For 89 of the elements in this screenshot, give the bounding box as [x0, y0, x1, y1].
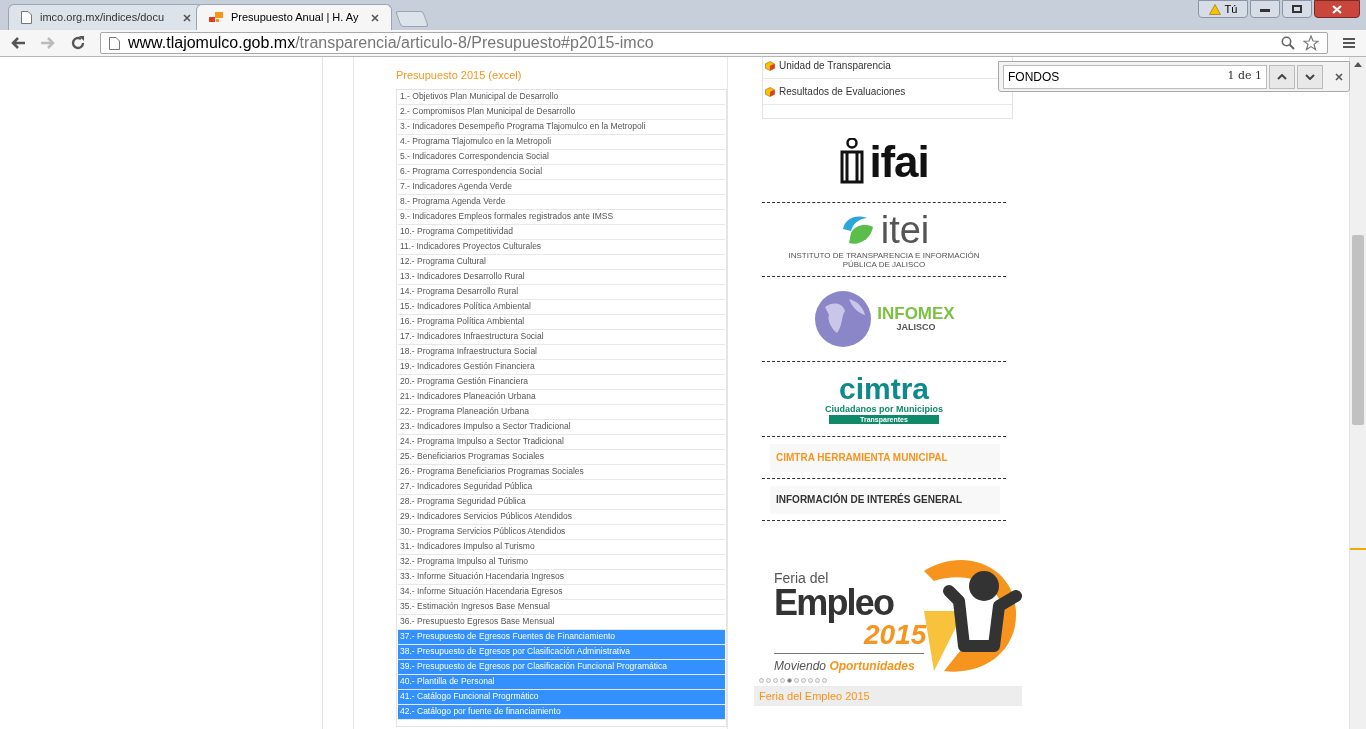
scroll-up-icon[interactable]	[1354, 62, 1362, 67]
close-icon	[1332, 4, 1342, 14]
document-link[interactable]: 11.- Indicadores Proyectos Culturales	[398, 239, 725, 255]
document-link[interactable]: 29.- Indicadores Servicios Públicos Atendidos	[398, 509, 725, 525]
reload-icon[interactable]	[70, 35, 86, 51]
document-link[interactable]: 16.- Programa Política Ambiental	[398, 314, 725, 330]
document-link[interactable]: 10.- Programa Competitividad	[398, 224, 725, 240]
minimize-button[interactable]	[1250, 0, 1280, 18]
url-text: www.tlajomulco.gob.mx/transparencia/articulo-8/Presupuesto#p2015-imco	[128, 33, 655, 53]
banner-tagline: Moviendo Oportunidades	[774, 658, 916, 675]
menu-link-button[interactable]: INFORMACIÓN DE INTERÉS GENERAL	[770, 485, 1000, 514]
menu-icon[interactable]	[1342, 37, 1356, 49]
logo[interactable]: itei INSTITUTO DE TRANSPARENCIA E INFORMACIÓN PÚBLICA DE JALISCO	[779, 210, 989, 269]
document-link[interactable]: 6.- Programa Correspondencia Social	[398, 164, 725, 180]
profile-button[interactable]: Tú	[1198, 0, 1248, 18]
star-icon[interactable]	[1303, 35, 1319, 51]
page-icon	[21, 11, 32, 24]
document-link[interactable]: 19.- Indicadores Gestión Financiera	[398, 359, 725, 375]
document-link[interactable]: 30.- Programa Servicios Públicos Atendidos	[398, 524, 725, 540]
maximize-button[interactable]	[1282, 0, 1312, 18]
document-link[interactable]: 2.- Compromisos Plan Municipal de Desarrollo	[398, 104, 725, 120]
document-link[interactable]: 32.- Programa Impulso al Turismo	[398, 554, 725, 570]
search-icon[interactable]	[1281, 36, 1295, 50]
document-link[interactable]: 12.- Programa Cultural	[398, 254, 725, 270]
cube-icon	[765, 86, 775, 97]
page-icon	[109, 36, 120, 50]
banner-text: Feria del	[774, 571, 830, 585]
close-button[interactable]	[1314, 0, 1360, 18]
back-icon[interactable]	[10, 36, 26, 50]
document-link[interactable]: 17.- Indicadores Infraestructura Social	[398, 329, 725, 345]
document-link[interactable]: 35.- Estimación Ingresos Base Mensual	[398, 599, 725, 615]
close-icon[interactable]	[183, 13, 191, 22]
document-link[interactable]: 7.- Indicadores Agenda Verde	[398, 179, 725, 195]
logo-text: itei	[880, 210, 930, 249]
document-link[interactable]: 24.- Programa Impulso a Sector Tradicional	[398, 434, 725, 450]
close-icon[interactable]	[371, 13, 379, 22]
next-match-button[interactable]	[1297, 64, 1323, 89]
chevron-up-icon	[1277, 73, 1287, 80]
warning-icon	[1208, 3, 1221, 15]
sidebar-link[interactable]: Unidad de Transparencia	[779, 58, 891, 73]
banner-title: Empleo	[774, 585, 895, 621]
document-link[interactable]: 3.- Indicadores Desempeño Programa Tlajomulco en la Metropoli	[398, 119, 725, 135]
document-link[interactable]: 5.- Indicadores Correspondencia Social	[398, 149, 725, 165]
document-link[interactable]: 8.- Programa Agenda Verde	[398, 194, 725, 210]
document-link[interactable]: 25.- Beneficiarios Programas Sociales	[398, 449, 725, 465]
previous-match-button[interactable]	[1269, 64, 1295, 89]
document-link[interactable]: 18.- Programa Infraestructura Social	[398, 344, 725, 360]
address-bar[interactable]: www.tlajomulco.gob.mx/transparencia/articulo-8/Presupuesto#p2015-imco	[100, 32, 1328, 54]
document-link[interactable]: 20.- Programa Gestión Financiera	[398, 374, 725, 390]
section-title: Presupuesto 2015 (excel)	[396, 68, 523, 83]
document-link[interactable]: 34.- Informe Situación Hacendaria Egresos	[398, 584, 725, 600]
document-link[interactable]: 15.- Indicadores Política Ambiental	[398, 299, 725, 315]
document-link[interactable]: 23.- Indicadores Impulso a Sector Tradicional	[398, 419, 725, 435]
logo[interactable]: ifai	[839, 137, 929, 184]
document-link[interactable]: 27.- Indicadores Seguridad Pública	[398, 479, 725, 495]
sidebar-link[interactable]: Resultados de Evaluaciones	[779, 84, 906, 99]
logo-text: INFOMEX	[877, 304, 955, 322]
chevron-down-icon	[1305, 73, 1315, 80]
browser-tab[interactable]: Presupuesto Anual | H. Ay	[196, 4, 392, 30]
logo-subtext: JALISCO	[896, 321, 936, 334]
document-link[interactable]: 33.- Informe Situación Hacendaria Ingresos	[398, 569, 725, 585]
logo-subtext: INSTITUTO DE TRANSPARENCIA E INFORMACIÓN PÚBLICA DE JALISCO	[787, 250, 981, 269]
close-icon[interactable]	[1335, 72, 1343, 81]
tab-title: imco.org.mx/indices/docu	[40, 10, 166, 26]
document-link[interactable]: 22.- Programa Planeación Urbana	[398, 404, 725, 420]
document-link[interactable]: 28.- Programa Seguridad Pública	[398, 494, 725, 510]
person-in-door-icon	[839, 137, 866, 184]
document-link[interactable]: 9.- Indicadores Empleos formales registrados ante IMSS	[398, 209, 725, 225]
site-icon	[209, 11, 223, 24]
document-link[interactable]: 26.- Programa Beneficiarios Programas Sociales	[398, 464, 725, 480]
scrollbar[interactable]	[1349, 57, 1366, 729]
cube-icon	[765, 60, 775, 71]
document-link[interactable]: 36.- Presupuesto Egresos Base Mensual	[398, 614, 725, 630]
logo-text: ifai	[869, 139, 929, 184]
document-link[interactable]: 4.- Programa Tlajomulco en la Metropoli	[398, 134, 725, 150]
document-link[interactable]: 14.- Programa Desarrollo Rural	[398, 284, 725, 300]
document-link[interactable]: 1.- Objetivos Plan Municipal de Desarrollo	[398, 89, 725, 105]
tab-title: Presupuesto Anual | H. Ay	[231, 10, 360, 26]
banner-year: 2015	[864, 621, 927, 649]
document-link[interactable]: 13.- Indicadores Desarrollo Rural	[398, 269, 725, 285]
logo-text: cimtra	[838, 373, 929, 404]
document-link[interactable]: 21.- Indicadores Planeación Urbana	[398, 389, 725, 405]
logo[interactable]: INFOMEX JALISCO	[813, 289, 955, 349]
find-result-marker	[1350, 548, 1366, 550]
document-link[interactable]: 31.- Indicadores Impulso al Turismo	[398, 539, 725, 555]
scroll-thumb[interactable]	[1352, 235, 1364, 425]
find-field[interactable]: FONDOS 1 de 1	[1003, 64, 1267, 89]
match-count: 1 de 1	[1227, 68, 1262, 85]
logo-subtext: Ciudadanos por Municipios	[825, 403, 943, 416]
